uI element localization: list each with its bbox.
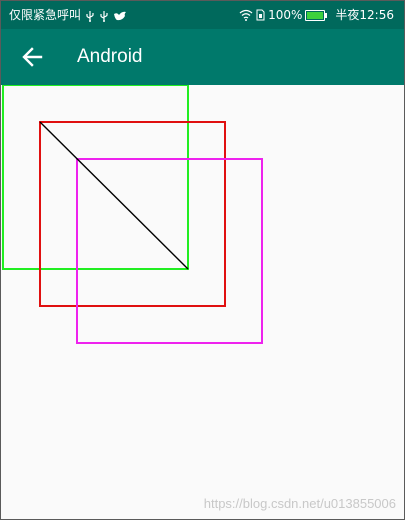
battery-icon [305, 9, 328, 21]
network-status-text: 仅限紧急呼叫 [9, 8, 82, 22]
watermark: https://blog.csdn.net/u013855006 [203, 496, 396, 511]
app-window: 仅限紧急呼叫 100% 半夜12:56 Android https://blog… [0, 0, 405, 520]
status-left: 仅限紧急呼叫 [9, 1, 127, 29]
battery-percent: 100% [268, 8, 303, 22]
bird-notification-icon [113, 11, 126, 20]
wifi-icon [239, 9, 253, 21]
usb-icon [100, 10, 108, 22]
arrow-left-icon[interactable] [19, 43, 47, 71]
app-bar: Android [1, 29, 404, 85]
page-title: Android [77, 46, 143, 67]
drawing-canvas [2, 85, 263, 344]
status-time: 半夜12:56 [335, 8, 394, 22]
black-diagonal-line [39, 121, 189, 270]
sim-card-icon [256, 9, 265, 21]
status-bar: 仅限紧急呼叫 100% 半夜12:56 [1, 1, 404, 29]
status-right: 100% 半夜12:56 [239, 1, 394, 29]
battery-level-fill [307, 11, 324, 19]
usb-icon [86, 10, 94, 22]
